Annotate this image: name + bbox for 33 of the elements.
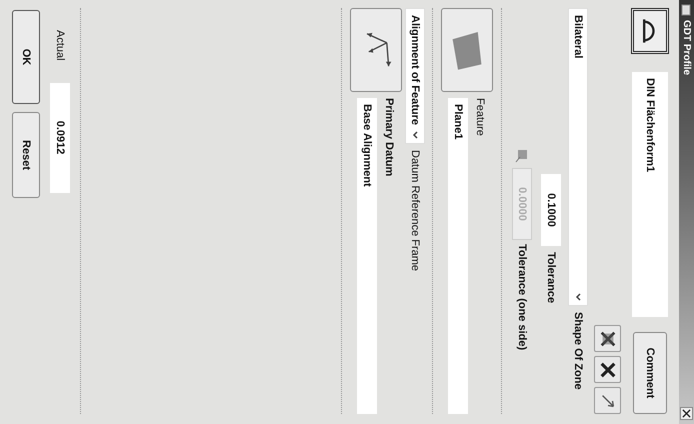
caret-icon	[573, 292, 583, 302]
toolbar-button[interactable]	[594, 387, 622, 414]
cross-icon	[599, 330, 617, 348]
primary-datum-field[interactable]: Base Alignment	[357, 98, 377, 414]
profile-symbol-button[interactable]	[631, 8, 669, 54]
feature-field[interactable]: Plane1	[448, 98, 468, 414]
actual-label: Actual	[54, 30, 66, 61]
caret-icon	[410, 130, 420, 140]
feature-button[interactable]	[441, 8, 493, 92]
tolerance-field[interactable]: 0.1000	[541, 174, 561, 246]
tolerance-one-side-label: Tolerance (one side)	[516, 244, 528, 350]
dialog-button[interactable]: Reset	[12, 112, 40, 198]
toolbar-button[interactable]	[594, 356, 622, 383]
datum-axes-button[interactable]	[350, 8, 402, 92]
actual-field[interactable]: 0.0912	[50, 82, 70, 193]
window-title: GDT Profile	[681, 20, 692, 76]
feature-label: Feature	[474, 98, 486, 138]
name-field[interactable]: DIN Flächenform1	[632, 72, 668, 317]
app-icon	[680, 4, 692, 16]
surface-icon	[514, 148, 530, 164]
datum-reference-frame-label: Datum Reference Frame	[409, 150, 421, 272]
profile-symbol-icon	[643, 18, 657, 44]
primary-datum-label: Primary Datum	[383, 98, 395, 178]
cross-icon	[599, 360, 617, 378]
shape-of-zone-dropdown[interactable]: Bilateral	[568, 8, 588, 306]
toolbar-button[interactable]	[594, 325, 622, 352]
close-icon	[682, 409, 691, 418]
comment-button[interactable]: Comment	[633, 332, 667, 414]
shape-of-zone-label: Shape Of Zone	[572, 312, 584, 390]
tolerance-label: Tolerance	[545, 252, 557, 304]
dialog-button[interactable]: OK	[12, 10, 40, 104]
datum-alignment-dropdown[interactable]: Alignment of Feature	[405, 8, 425, 144]
close-button[interactable]	[680, 407, 693, 420]
